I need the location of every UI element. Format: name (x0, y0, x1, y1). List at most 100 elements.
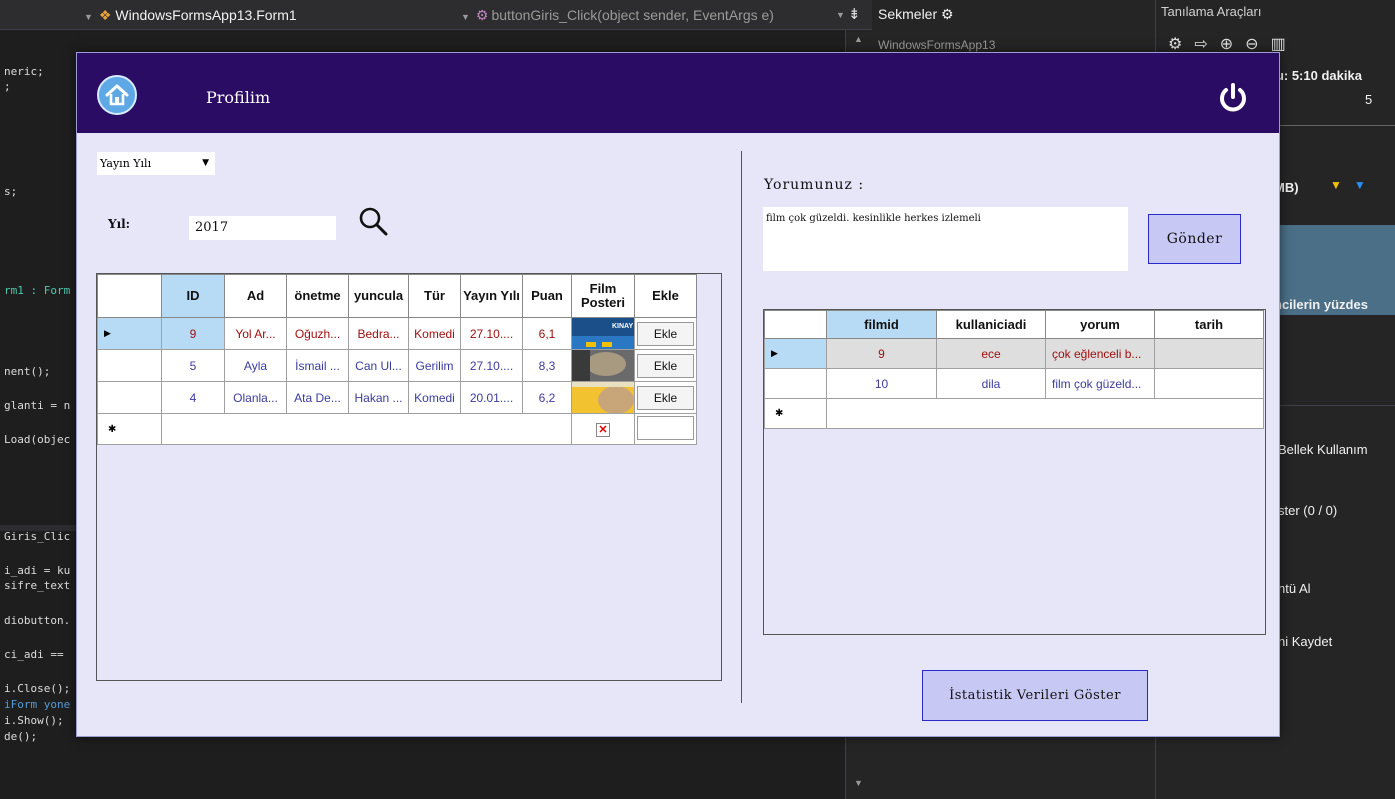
cell-oyuncu[interactable]: Hakan ... (348, 381, 409, 414)
column-header[interactable]: Tür (408, 274, 461, 318)
row-selector-icon[interactable]: ▶ (764, 338, 827, 369)
column-header[interactable]: önetme (286, 274, 349, 318)
column-header[interactable]: Ekle (634, 274, 697, 318)
column-header[interactable]: kullaniciadi (936, 310, 1046, 339)
memory-usage-tab[interactable]: Bellek Kullanım (1278, 442, 1368, 457)
comments-grid[interactable]: filmid kullaniciadi yorum tarih ▶ 9 ece … (763, 309, 1266, 635)
row-selector[interactable] (97, 349, 162, 382)
split-icon[interactable]: ⇟ (848, 5, 861, 23)
cell-puan[interactable]: 8,3 (522, 349, 572, 382)
home-button[interactable] (97, 75, 137, 115)
column-header[interactable]: yuncula (348, 274, 409, 318)
cell-tur[interactable]: Komedi (408, 381, 461, 414)
zoom-out-icon[interactable]: ⊖ (1245, 36, 1270, 53)
comment-input[interactable]: film çok güzeldi. kesinlikle herkes izle… (763, 207, 1128, 271)
cell-id[interactable]: 9 (161, 317, 225, 350)
new-row-icon: ✱ (97, 413, 162, 445)
cell-ad[interactable]: Ayla (224, 349, 287, 382)
class-icon: ❖ (98, 7, 112, 23)
power-icon[interactable] (1215, 80, 1251, 116)
new-row-cells[interactable] (161, 413, 572, 445)
row-selector-icon[interactable]: ▶ (97, 317, 162, 350)
take-snapshot[interactable]: ntü Al (1278, 581, 1311, 596)
cell-kullanici[interactable]: dila (936, 368, 1046, 399)
cell-puan[interactable]: 6,2 (522, 381, 572, 414)
cell-yonetmen[interactable]: Oğuzh... (286, 317, 349, 350)
add-button[interactable]: Ekle (637, 353, 694, 378)
column-header[interactable]: ID (161, 274, 225, 318)
member-combo[interactable]: ▼ ⚙ buttonGiris_Click(object sender, Event… (461, 4, 836, 26)
timeline-tick: 5 (1365, 92, 1373, 107)
home-icon (105, 84, 129, 106)
cell-poster[interactable]: KINAY (571, 317, 635, 350)
cell-id[interactable]: 4 (161, 381, 225, 414)
export-icon[interactable]: ⇨ (1194, 36, 1219, 53)
cell-tarih[interactable] (1154, 338, 1264, 369)
column-header[interactable]: Film Posteri (571, 274, 635, 318)
code-editor[interactable]: neric; ; s; rm1 : Form nent(); glanti = … (0, 30, 78, 799)
tabs-item[interactable]: WindowsFormsApp13 (878, 38, 995, 52)
scroll-down-icon[interactable]: ▼ (854, 778, 863, 788)
new-row[interactable]: ✱ ✕ (97, 413, 697, 445)
cell-yonetmen[interactable]: İsmail ... (286, 349, 349, 382)
cell-tur[interactable]: Komedi (408, 317, 461, 350)
timeline-axis (1276, 125, 1395, 126)
new-row[interactable]: ✱ (764, 398, 1264, 429)
add-button-empty[interactable] (637, 415, 694, 440)
column-header[interactable]: Ad (224, 274, 287, 318)
cell-poster[interactable]: ✕ (571, 413, 635, 445)
new-row-cells[interactable] (826, 398, 1264, 429)
movies-grid[interactable]: ID Ad önetme yuncula Tür Yayın Yılı Puan… (96, 273, 722, 681)
cell-filmid[interactable]: 10 (826, 368, 937, 399)
table-row[interactable]: 5 Ayla İsmail ... Can Ul... Gerilim 27.1… (97, 349, 697, 382)
column-header[interactable]: Puan (522, 274, 572, 318)
table-row[interactable]: 10 dila film çok güzeld... (764, 368, 1264, 399)
zoom-in-icon[interactable]: ⊕ (1220, 36, 1245, 53)
column-header[interactable]: tarih (1154, 310, 1264, 339)
cell-oyuncu[interactable]: Can Ul... (348, 349, 409, 382)
cell-yorum[interactable]: çok eğlenceli b... (1045, 338, 1155, 369)
chart-icon[interactable]: ▥ (1271, 36, 1298, 53)
cell-tarih[interactable] (1154, 368, 1264, 399)
save-session[interactable]: ni Kaydet (1278, 634, 1332, 649)
cell-id[interactable]: 5 (161, 349, 225, 382)
row-selector[interactable] (97, 381, 162, 414)
filter-combo[interactable]: Yayın Yılı ▼ (96, 151, 216, 176)
dropdown-arrow-icon[interactable]: ▼ (836, 4, 845, 26)
settings-icon[interactable]: ⚙ (1168, 36, 1194, 53)
cell-poster[interactable] (571, 349, 635, 382)
cell-puan[interactable]: 6,1 (522, 317, 572, 350)
statistics-button[interactable]: İstatistik Verileri Göster (922, 670, 1148, 721)
row-selector[interactable] (764, 368, 827, 399)
cell-tur[interactable]: Gerilim (408, 349, 461, 382)
class-combo[interactable]: ▼ ❖ WindowsFormsApp13.Form1 (84, 4, 454, 26)
year-input[interactable]: 2017 (188, 215, 337, 241)
gear-icon[interactable]: ⚙ (941, 6, 954, 22)
add-button[interactable]: Ekle (637, 321, 694, 346)
show-events[interactable]: ster (0 / 0) (1278, 503, 1337, 518)
column-header[interactable]: Yayın Yılı (460, 274, 523, 318)
cell-yorum[interactable]: film çok güzeld... (1045, 368, 1155, 399)
cell-yil[interactable]: 27.10.... (460, 317, 523, 350)
column-header[interactable]: filmid (826, 310, 937, 339)
marker-icons: ▼ ▼ (1330, 178, 1366, 192)
cell-yonetmen[interactable]: Ata De... (286, 381, 349, 414)
cell-oyuncu[interactable]: Bedra... (348, 317, 409, 350)
scroll-up-icon[interactable]: ▲ (854, 34, 863, 44)
cell-kullanici[interactable]: ece (936, 338, 1046, 369)
send-button[interactable]: Gönder (1148, 214, 1241, 264)
search-icon[interactable] (356, 204, 390, 240)
cell-yil[interactable]: 20.01.... (460, 381, 523, 414)
member-combo-label: buttonGiris_Click(object sender, EventAr… (491, 7, 774, 23)
cell-poster[interactable] (571, 381, 635, 414)
cell-ad[interactable]: Olanla... (224, 381, 287, 414)
cell-yil[interactable]: 27.10.... (460, 349, 523, 382)
cell-filmid[interactable]: 9 (826, 338, 937, 369)
table-row[interactable]: 4 Olanla... Ata De... Hakan ... Komedi 2… (97, 381, 697, 414)
cell-ad[interactable]: Yol Ar... (224, 317, 287, 350)
table-row[interactable]: ▶ 9 Yol Ar... Oğuzh... Bedra... Komedi 2… (97, 317, 697, 350)
add-button[interactable]: Ekle (637, 385, 694, 410)
column-header[interactable]: yorum (1045, 310, 1155, 339)
vertical-divider (741, 151, 742, 703)
table-row[interactable]: ▶ 9 ece çok eğlenceli b... (764, 338, 1264, 369)
